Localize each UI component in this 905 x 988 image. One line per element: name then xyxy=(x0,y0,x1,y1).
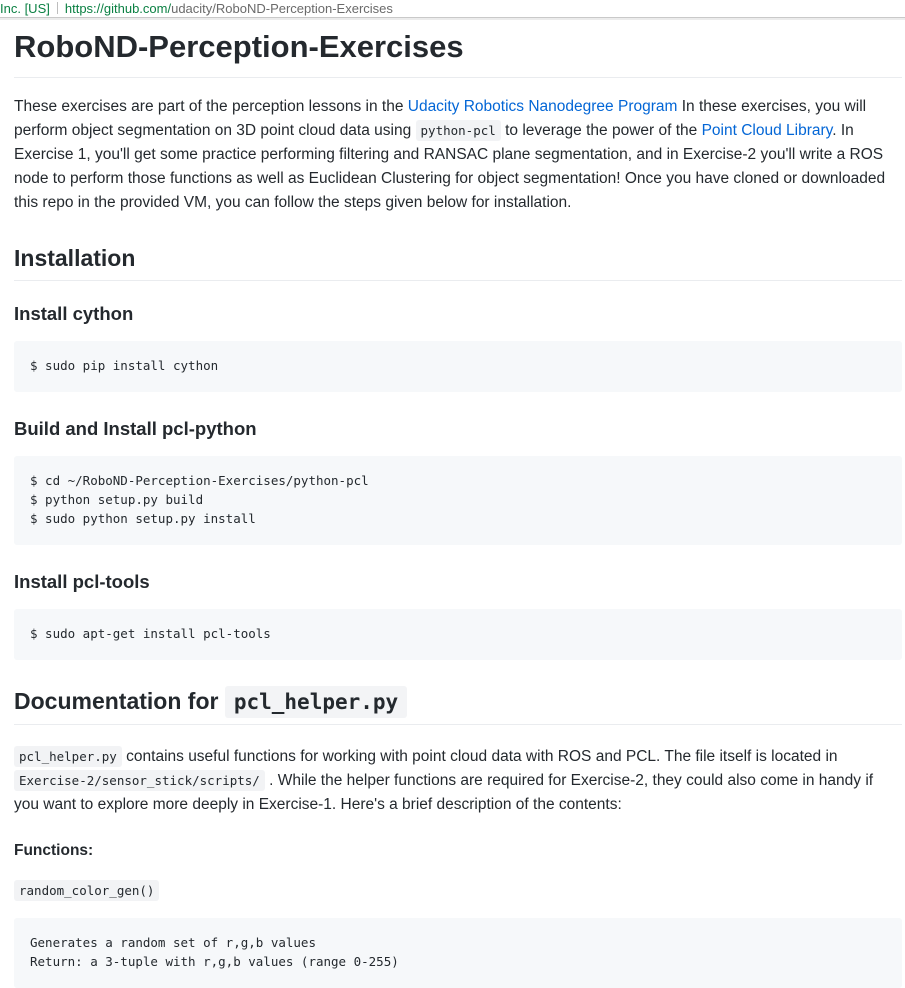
url-host[interactable]: https://github.com/ xyxy=(65,1,171,16)
address-separator xyxy=(56,2,58,14)
readme-content: RoboND-Perception-Exercises These exerci… xyxy=(14,27,902,988)
url-path[interactable]: udacity/RoboND-Perception-Exercises xyxy=(171,1,393,16)
install-cython-code: $ sudo pip install cython xyxy=(14,341,902,392)
install-pcl-tools-code: $ sudo apt-get install pcl-tools xyxy=(14,609,902,660)
documentation-heading-text: Documentation for xyxy=(14,688,225,714)
scripts-path-code: Exercise-2/sensor_stick/scripts/ xyxy=(14,770,265,791)
function-name-row: random_color_gen() xyxy=(14,879,902,903)
python-pcl-code: python-pcl xyxy=(415,120,501,141)
intro-text-3: to leverage the power of the xyxy=(500,122,702,139)
documentation-heading: Documentation for pcl_helper.py xyxy=(14,682,902,725)
installation-heading: Installation xyxy=(14,242,902,281)
random-color-gen-description: Generates a random set of r,g,b values R… xyxy=(14,918,902,988)
nanodegree-link[interactable]: Udacity Robotics Nanodegree Program xyxy=(408,98,678,115)
build-pcl-python-heading: Build and Install pcl-python xyxy=(14,418,257,439)
build-pcl-python-code: $ cd ~/RoboND-Perception-Exercises/pytho… xyxy=(14,456,902,545)
address-bar[interactable]: Inc. [US] https://github.com/udacity/Robo… xyxy=(0,0,905,18)
documentation-paragraph: pcl_helper.py contains useful functions … xyxy=(14,745,902,817)
functions-label: Functions: xyxy=(14,842,94,859)
page-title: RoboND-Perception-Exercises xyxy=(14,27,902,78)
intro-text-1: These exercises are part of the percepti… xyxy=(14,98,408,115)
documentation-heading-code: pcl_helper.py xyxy=(224,686,408,718)
point-cloud-library-link[interactable]: Point Cloud Library xyxy=(702,122,833,139)
documentation-text-1: contains useful functions for working wi… xyxy=(121,748,838,765)
ev-certificate-label[interactable]: Inc. [US] xyxy=(0,1,50,16)
pcl-helper-code: pcl_helper.py xyxy=(14,746,122,767)
install-cython-heading: Install cython xyxy=(14,303,134,324)
random-color-gen-code: random_color_gen() xyxy=(14,880,160,901)
install-pcl-tools-heading: Install pcl-tools xyxy=(14,571,150,592)
intro-paragraph: These exercises are part of the percepti… xyxy=(14,95,902,215)
